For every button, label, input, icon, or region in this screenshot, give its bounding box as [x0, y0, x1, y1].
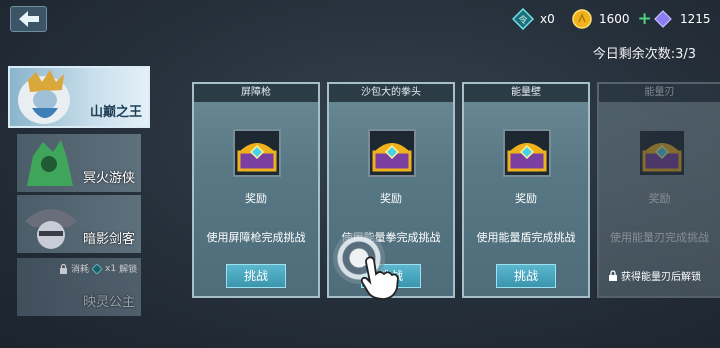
hero-name: 映灵公主	[82, 295, 135, 310]
hero-portrait-icon	[25, 209, 77, 249]
hero-card-selected[interactable]: 山巅之王	[8, 66, 150, 128]
hero-portrait-icon	[27, 140, 73, 186]
card-title: 沙包大的拳头	[329, 84, 453, 102]
hero-card[interactable]: 冥火游侠	[17, 134, 141, 192]
card-description: 使用能量盾完成挑战	[476, 231, 576, 244]
card-description: 使用能量刃完成挑战	[610, 231, 709, 244]
card-title: 屏障枪	[194, 84, 318, 102]
svg-text:令: 令	[518, 14, 527, 26]
unlock-hint: 获得能量刃后解锁	[608, 268, 701, 283]
back-button[interactable]	[10, 6, 47, 32]
card-description: 使用屏障枪完成挑战	[206, 231, 306, 244]
back-arrow-icon	[18, 11, 39, 27]
add-gold-button[interactable]: +	[638, 9, 652, 29]
reward-label: 奖励	[245, 192, 267, 205]
challenge-button[interactable]: 挑战	[496, 264, 556, 288]
lock-icon	[609, 270, 617, 281]
reward-label: 奖励	[380, 192, 402, 205]
hero-name: 山巅之王	[89, 105, 142, 120]
treasure-chest-icon	[638, 129, 686, 177]
gold-coin-icon	[571, 8, 593, 30]
challenge-card-locked: 能量刃 奖励 使用能量刃完成挑战	[597, 82, 720, 298]
lock-icon	[60, 263, 67, 274]
hero-card-locked[interactable]: 消耗 x1 解锁 映灵公主	[17, 258, 141, 316]
challenge-card: 能量壁 奖励 使用能量盾完成挑战 挑战	[462, 82, 590, 298]
gold-amount: 1600	[599, 12, 630, 26]
lock-cost: x1	[105, 263, 117, 274]
challenge-card: 屏障枪 奖励 使用屏障枪完成挑战 挑战	[192, 82, 320, 298]
treasure-chest-icon	[233, 129, 281, 177]
gold-counter: 1600 +	[571, 8, 652, 30]
unlock-hint-text: 获得能量刃后解锁	[621, 272, 701, 283]
diamond-icon	[652, 8, 674, 30]
lock-text-prefix: 消耗	[71, 265, 90, 275]
treasure-chest-icon	[503, 129, 551, 177]
hero-card[interactable]: 暗影剑客	[17, 195, 141, 253]
challenge-button[interactable]: 挑战	[226, 264, 286, 288]
hero-unlock-cost: 消耗 x1 解锁	[59, 262, 137, 275]
card-title: 能量刃	[599, 84, 720, 102]
ticket-icon	[92, 263, 103, 274]
ticket-icon: 令	[512, 8, 534, 30]
hero-name: 暗影剑客	[82, 232, 135, 247]
remaining-attempts: 今日剩余次数:3/3	[592, 47, 696, 62]
treasure-chest-icon	[368, 129, 416, 177]
ticket-count: x0	[540, 12, 555, 26]
diamond-amount: 1215	[680, 12, 711, 26]
card-title: 能量壁	[464, 84, 588, 102]
pointing-hand-icon	[360, 256, 399, 300]
diamond-counter: 1215 +	[652, 8, 720, 30]
hero-portrait-icon	[18, 70, 70, 124]
hero-name: 冥火游侠	[82, 171, 135, 186]
ticket-counter: 令 x0	[512, 8, 555, 30]
reward-label: 奖励	[648, 192, 671, 205]
reward-label: 奖励	[515, 192, 537, 205]
lock-text-suffix: 解锁	[119, 265, 138, 275]
